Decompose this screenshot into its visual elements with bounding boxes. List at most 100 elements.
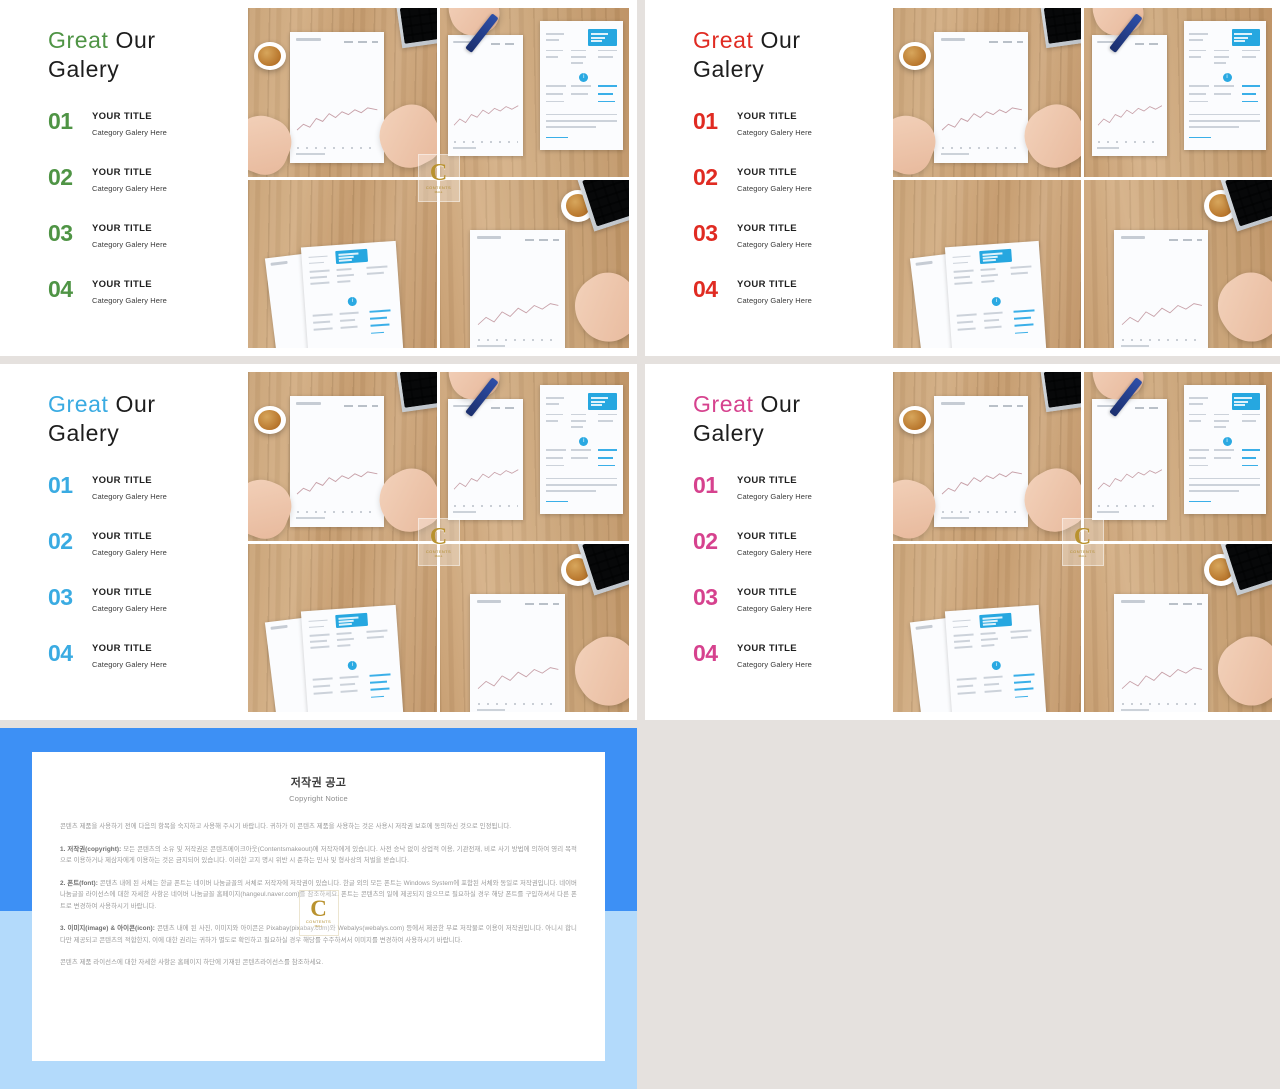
list-item-number: 01 — [48, 472, 73, 498]
list-item[interactable]: 04 YOUR TITLE Category Galery Here — [693, 278, 893, 334]
photo-hands-chart[interactable] — [893, 8, 1081, 177]
list-item-subtitle: Category Galery Here — [92, 604, 167, 613]
copyright-paragraph-lead: 2. 폰트(font): — [60, 879, 98, 887]
slide-preview-green[interactable]: Great Our Galery 01 YOUR TITLE Category … — [0, 0, 637, 356]
list-item-number: 01 — [693, 472, 718, 498]
list-item-subtitle: Category Galery Here — [737, 240, 812, 249]
list-item-number: 03 — [693, 220, 718, 246]
photo-grid: i — [248, 372, 629, 712]
list-item-title: YOUR TITLE — [737, 167, 797, 178]
laptop-icon — [1040, 8, 1081, 49]
list-item-subtitle: Category Galery Here — [737, 604, 812, 613]
watermark-letter: C — [310, 895, 327, 921]
list-item-subtitle: Category Galery Here — [737, 548, 812, 557]
list-item-subtitle: Category Galery Here — [92, 492, 167, 501]
list-item[interactable]: 02 YOUR TITLE Category Galery Here — [48, 530, 248, 586]
list-item[interactable]: 04 YOUR TITLE Category Galery Here — [48, 278, 248, 334]
photo-pen-document[interactable]: i — [1084, 8, 1272, 177]
list-item[interactable]: 03 YOUR TITLE Category Galery Here — [48, 222, 248, 278]
slide-text-column: Great Our Galery 01 YOUR TITLE Category … — [653, 8, 893, 348]
invoice-document: i — [540, 21, 624, 150]
list-item-subtitle: Category Galery Here — [737, 660, 812, 669]
chart-paper — [1114, 594, 1209, 712]
photo-pen-document[interactable]: i — [1084, 372, 1272, 541]
photo-stacked-papers[interactable]: i — [893, 179, 1081, 348]
laptop-icon — [1040, 372, 1081, 413]
slide-preview-blue[interactable]: Great Our Galery 01 YOUR TITLE Category … — [0, 364, 637, 720]
list-item[interactable]: 04 YOUR TITLE Category Galery Here — [48, 642, 248, 698]
list-item-title: YOUR TITLE — [92, 223, 152, 234]
list-item-number: 02 — [693, 164, 718, 190]
slide-text-column: Great Our Galery 01 YOUR TITLE Category … — [8, 8, 248, 348]
photo-desk-overview[interactable] — [1084, 179, 1272, 348]
coffee-cup-icon — [253, 405, 286, 435]
photo-grid: i — [893, 372, 1272, 712]
photo-grid: i — [248, 8, 629, 348]
list-item-title: YOUR TITLE — [737, 643, 797, 654]
photo-stacked-papers[interactable]: i — [893, 543, 1081, 712]
list-item-subtitle: Category Galery Here — [92, 240, 167, 249]
photo-pen-document[interactable]: i — [440, 8, 629, 177]
coffee-cup-icon — [898, 405, 931, 435]
invoice-document: i — [300, 240, 404, 348]
photo-desk-overview[interactable] — [440, 543, 629, 712]
copyright-paragraph: 콘텐츠 제품 라이선스에 대한 자세한 사항은 홈페이지 하단에 기재된 콘텐츠… — [60, 957, 577, 969]
list-item-subtitle: Category Galery Here — [737, 128, 812, 137]
list-item-title: YOUR TITLE — [737, 531, 797, 542]
chart-paper — [1091, 398, 1167, 521]
chart-paper — [1114, 230, 1209, 348]
list-item[interactable]: 01 YOUR TITLE Category Galery Here — [48, 474, 248, 530]
list-item[interactable]: 04 YOUR TITLE Category Galery Here — [693, 642, 893, 698]
photo-hands-chart[interactable] — [248, 372, 437, 541]
page-title: Great Our Galery — [48, 390, 248, 448]
feature-list: 01 YOUR TITLE Category Galery Here 02 YO… — [693, 110, 893, 334]
list-item-title: YOUR TITLE — [92, 643, 152, 654]
list-item-number: 02 — [48, 164, 73, 190]
photo-desk-overview[interactable] — [1084, 543, 1272, 712]
list-item[interactable]: 02 YOUR TITLE Category Galery Here — [48, 166, 248, 222]
photo-hands-chart[interactable] — [893, 372, 1081, 541]
list-item-subtitle: Category Galery Here — [92, 548, 167, 557]
list-item[interactable]: 02 YOUR TITLE Category Galery Here — [693, 530, 893, 586]
copyright-paragraph: 1. 저작권(copyright): 모든 콘텐츠의 소유 및 저작권은 콘텐츠… — [60, 844, 577, 867]
list-item[interactable]: 03 YOUR TITLE Category Galery Here — [693, 586, 893, 642]
photo-hands-chart[interactable] — [248, 8, 437, 177]
list-item-title: YOUR TITLE — [92, 111, 152, 122]
photo-desk-overview[interactable] — [440, 179, 629, 348]
invoice-document: i — [540, 385, 624, 514]
watermark-line2: MALL — [314, 923, 323, 928]
headline-accent: Great — [693, 27, 754, 53]
list-item[interactable]: 01 YOUR TITLE Category Galery Here — [48, 110, 248, 166]
chart-paper — [289, 31, 385, 163]
invoice-document: i — [945, 604, 1048, 712]
list-item-number: 02 — [693, 528, 718, 554]
slide-preview-pink[interactable]: Great Our Galery 01 YOUR TITLE Category … — [645, 364, 1280, 720]
list-item-subtitle: Category Galery Here — [92, 660, 167, 669]
copyright-card: 저작권 공고 Copyright Notice 콘텐츠 제품을 사용하기 전에 … — [32, 752, 605, 1061]
list-item-title: YOUR TITLE — [737, 223, 797, 234]
headline-accent: Great — [48, 27, 109, 53]
list-item[interactable]: 03 YOUR TITLE Category Galery Here — [693, 222, 893, 278]
list-item-number: 04 — [693, 276, 718, 302]
chart-paper — [447, 398, 524, 521]
list-item-title: YOUR TITLE — [92, 279, 152, 290]
list-item[interactable]: 01 YOUR TITLE Category Galery Here — [693, 474, 893, 530]
feature-list: 01 YOUR TITLE Category Galery Here 02 YO… — [48, 474, 248, 698]
invoice-document: i — [945, 240, 1048, 348]
photo-pen-document[interactable]: i — [440, 372, 629, 541]
chart-paper — [289, 395, 385, 527]
list-item-number: 01 — [693, 108, 718, 134]
invoice-document: i — [1183, 21, 1267, 150]
photo-grid: i — [893, 8, 1272, 348]
slide-preview-red[interactable]: Great Our Galery 01 YOUR TITLE Category … — [645, 0, 1280, 356]
list-item-subtitle: Category Galery Here — [92, 296, 167, 305]
laptop-icon — [396, 372, 437, 413]
photo-stacked-papers[interactable]: i — [248, 543, 437, 712]
list-item[interactable]: 02 YOUR TITLE Category Galery Here — [693, 166, 893, 222]
list-item[interactable]: 03 YOUR TITLE Category Galery Here — [48, 586, 248, 642]
coffee-cup-icon — [898, 41, 931, 71]
photo-stacked-papers[interactable]: i — [248, 179, 437, 348]
feature-list: 01 YOUR TITLE Category Galery Here 02 YO… — [48, 110, 248, 334]
list-item[interactable]: 01 YOUR TITLE Category Galery Here — [693, 110, 893, 166]
slide-text-column: Great Our Galery 01 YOUR TITLE Category … — [8, 372, 248, 712]
